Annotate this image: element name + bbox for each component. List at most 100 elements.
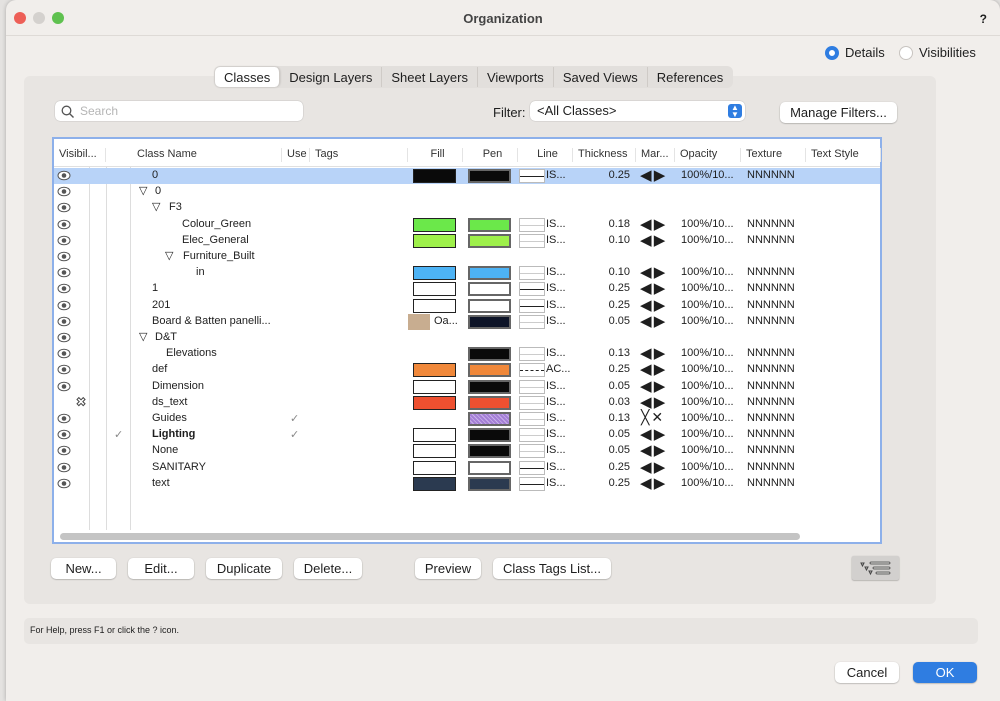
- table-row[interactable]: ✖ ds_text IS... 0.03 ◀ ▶ 100%/10... NNNNNN: [54, 394, 880, 411]
- line-swatch[interactable]: [519, 233, 545, 248]
- pen-swatch[interactable]: [468, 428, 511, 443]
- eye-icon[interactable]: [57, 445, 71, 459]
- disclosure-triangle-icon[interactable]: ▽: [152, 200, 160, 213]
- eye-icon[interactable]: [57, 300, 71, 314]
- eye-icon[interactable]: [57, 478, 71, 492]
- tab-classes[interactable]: Classes: [215, 67, 281, 87]
- fill-swatch[interactable]: [413, 169, 456, 183]
- pen-swatch[interactable]: [468, 266, 511, 281]
- marker-arrows-icon[interactable]: ◀ ▶: [640, 474, 665, 492]
- line-swatch[interactable]: [519, 169, 545, 183]
- column-header[interactable]: Line: [518, 148, 573, 162]
- column-header[interactable]: Thickness: [573, 148, 636, 162]
- pen-swatch[interactable]: [468, 169, 511, 183]
- fill-swatch[interactable]: [413, 282, 456, 297]
- manage-filters-button[interactable]: Manage Filters...: [780, 102, 897, 123]
- disclosure-triangle-icon[interactable]: ▽: [139, 330, 147, 343]
- tab-viewports[interactable]: Viewports: [478, 67, 554, 87]
- marker-arrows-icon[interactable]: ◀ ▶: [640, 231, 665, 249]
- tab-design-layers[interactable]: Design Layers: [280, 67, 383, 87]
- pen-swatch[interactable]: [468, 444, 511, 459]
- disclosure-triangle-icon[interactable]: ▽: [165, 249, 173, 262]
- search-input[interactable]: Search: [55, 101, 303, 121]
- column-header[interactable]: Mar...: [636, 148, 675, 162]
- fill-swatch[interactable]: [413, 233, 456, 248]
- pen-swatch[interactable]: [468, 460, 511, 475]
- eye-icon[interactable]: [57, 364, 71, 378]
- line-swatch[interactable]: [519, 428, 545, 443]
- line-swatch[interactable]: [519, 266, 545, 281]
- table-row[interactable]: Dimension IS... 0.05 ◀ ▶ 100%/10... NNNNNN: [54, 378, 880, 395]
- table-row[interactable]: SANITARY IS... 0.25 ◀ ▶ 100%/10... NNNNNN: [54, 459, 880, 476]
- column-header[interactable]: Class Name: [132, 148, 282, 162]
- filter-select[interactable]: <All Classes> ▲ ▼: [530, 101, 745, 121]
- line-swatch[interactable]: [519, 395, 545, 410]
- duplicate-button[interactable]: Duplicate: [206, 558, 282, 579]
- table-row[interactable]: def AC... 0.25 ◀ ▶ 100%/10... NNNNNN: [54, 361, 880, 378]
- table-row[interactable]: ▽ Furniture_Built: [54, 249, 880, 265]
- line-swatch[interactable]: [519, 298, 545, 313]
- radio-details[interactable]: Details: [825, 45, 885, 60]
- line-swatch[interactable]: [519, 460, 545, 475]
- line-swatch[interactable]: [519, 282, 545, 297]
- eye-icon[interactable]: [57, 170, 71, 184]
- column-header[interactable]: Texture: [741, 148, 806, 162]
- fill-swatch[interactable]: [413, 460, 456, 475]
- column-header[interactable]: Tags: [310, 148, 408, 162]
- line-swatch[interactable]: [519, 476, 545, 491]
- table-row[interactable]: in IS... 0.10 ◀ ▶ 100%/10... NNNNNN: [54, 264, 880, 281]
- pen-swatch[interactable]: [468, 476, 511, 491]
- preview-button[interactable]: Preview: [415, 558, 481, 579]
- fill-swatch[interactable]: [413, 444, 456, 459]
- fill-swatch[interactable]: [413, 379, 456, 394]
- tab-saved-views[interactable]: Saved Views: [554, 67, 648, 87]
- eye-icon[interactable]: [57, 316, 71, 330]
- pen-swatch[interactable]: [468, 282, 511, 297]
- pen-swatch[interactable]: [468, 347, 511, 362]
- column-header[interactable]: Text Style: [806, 148, 881, 162]
- column-header[interactable]: Pen: [463, 148, 518, 162]
- eye-icon[interactable]: [57, 267, 71, 281]
- new-button[interactable]: New...: [51, 558, 116, 579]
- fill-swatch[interactable]: [413, 217, 456, 232]
- eye-icon[interactable]: [57, 413, 71, 427]
- tab-sheet-layers[interactable]: Sheet Layers: [382, 67, 478, 87]
- table-row[interactable]: None IS... 0.05 ◀ ▶ 100%/10... NNNNNN: [54, 442, 880, 459]
- eye-icon[interactable]: [57, 202, 71, 216]
- marker-arrows-icon[interactable]: ◀ ▶: [640, 312, 665, 330]
- eye-icon[interactable]: [57, 429, 71, 443]
- pen-swatch[interactable]: [468, 379, 511, 394]
- line-swatch[interactable]: [519, 347, 545, 362]
- table-row[interactable]: ▽ F3: [54, 200, 880, 216]
- fill-texture-swatch[interactable]: [408, 313, 430, 330]
- table-row[interactable]: Colour_Green IS... 0.18 ◀ ▶ 100%/10... NNNNNN: [54, 216, 880, 233]
- table-row[interactable]: ✓ Lighting ✓ IS... 0.05 ◀ ▶ 100%/10... NNNNNN: [54, 426, 880, 443]
- eye-icon[interactable]: [57, 332, 71, 346]
- column-header[interactable]: Fill: [408, 148, 463, 162]
- marker-none-icon[interactable]: ╳ ✕: [641, 409, 663, 426]
- eye-icon[interactable]: [57, 283, 71, 297]
- delete-button[interactable]: Delete...: [294, 558, 362, 579]
- pen-swatch[interactable]: [468, 412, 511, 426]
- fill-swatch[interactable]: [413, 476, 456, 491]
- line-swatch[interactable]: [519, 444, 545, 459]
- table-row[interactable]: Guides ✓ IS... 0.13 ╳ ✕ 100%/10... NNNNNN: [54, 409, 880, 427]
- help-button[interactable]: ?: [980, 12, 987, 26]
- class-tags-list-button[interactable]: Class Tags List...: [493, 558, 611, 579]
- column-header[interactable]: Use: [282, 148, 310, 162]
- cancel-button[interactable]: Cancel: [835, 662, 899, 683]
- edit-button[interactable]: Edit...: [128, 558, 194, 579]
- table-row[interactable]: ▽ 0: [54, 184, 880, 200]
- eye-icon[interactable]: [57, 251, 71, 265]
- disclosure-triangle-icon[interactable]: ▽: [139, 184, 147, 197]
- table-row[interactable]: Board & Batten panelli... Oa... IS... 0.05 ◀…: [54, 312, 880, 330]
- line-swatch[interactable]: [519, 412, 545, 426]
- line-swatch[interactable]: [519, 314, 545, 329]
- table-row[interactable]: 201 IS... 0.25 ◀ ▶ 100%/10... NNNNNN: [54, 297, 880, 314]
- ok-button[interactable]: OK: [913, 662, 977, 683]
- fill-swatch[interactable]: [413, 266, 456, 281]
- column-header[interactable]: Opacity: [675, 148, 741, 162]
- column-header[interactable]: Visibil...: [54, 148, 106, 162]
- eye-icon[interactable]: [57, 462, 71, 476]
- pen-swatch[interactable]: [468, 233, 511, 248]
